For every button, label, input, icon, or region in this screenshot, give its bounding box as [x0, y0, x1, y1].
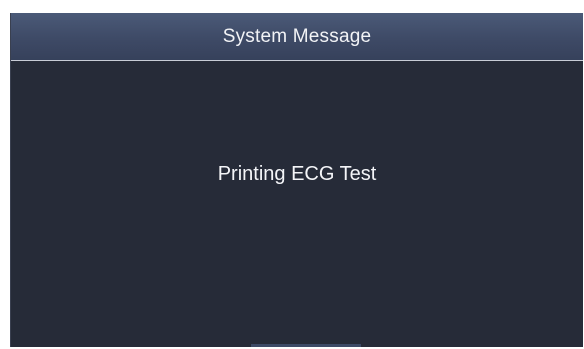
dialog-title-bar: System Message [11, 13, 583, 61]
status-message: Printing ECG Test [217, 163, 377, 185]
system-message-dialog: System Message Printing ECG Test [10, 13, 583, 347]
dialog-body: Printing ECG Test [11, 61, 583, 347]
bottom-divider [251, 344, 361, 347]
dialog-title: System Message [222, 25, 372, 47]
